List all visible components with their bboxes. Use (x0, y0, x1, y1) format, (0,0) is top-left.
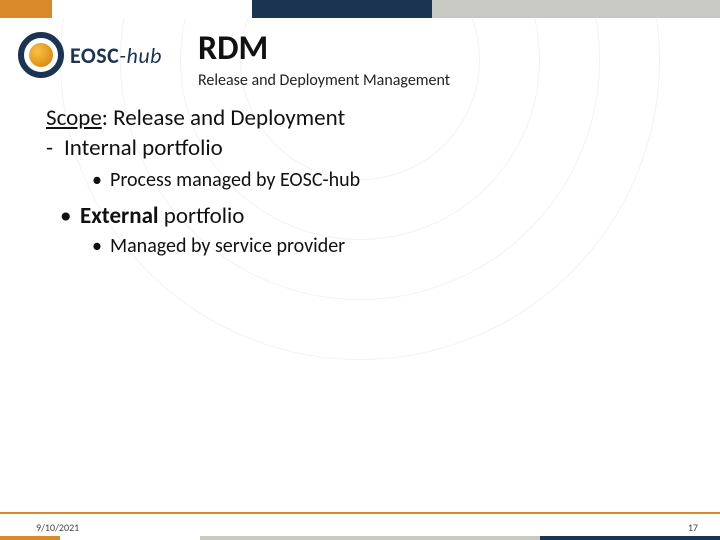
slide-header: EOSC-hub RDM Release and Deployment Mana… (0, 18, 720, 90)
bottom-accent-bar (0, 536, 720, 540)
bullet-icon: • (92, 234, 110, 258)
logo-text: EOSC-hub (70, 42, 162, 69)
item-internal-text: Internal portfolio (64, 134, 223, 162)
item-external-bold: External (80, 202, 159, 230)
scope-label: Scope (46, 104, 102, 132)
slide-subtitle: Release and Deployment Management (198, 71, 450, 90)
footer-date: 9/10/2021 (36, 521, 79, 534)
bullet-icon: • (92, 168, 110, 192)
footer-page: 17 (688, 521, 698, 534)
item-external-text: External portfolio (80, 202, 244, 230)
item-external: • External portfolio (46, 202, 680, 230)
logo-sub: -hub (119, 42, 162, 69)
item-external-sub: • Managed by service provider (46, 234, 680, 258)
logo-main: EOSC (70, 42, 119, 69)
logo-mark-icon (18, 32, 64, 78)
scope-heading: Scope: Release and Deployment (46, 104, 680, 132)
dash-icon: - (46, 134, 64, 162)
eosc-hub-logo: EOSC-hub (18, 32, 162, 78)
item-external-sub-text: Managed by service provider (110, 234, 345, 258)
item-internal-sub: • Process managed by EOSC-hub (46, 168, 680, 192)
top-accent-bar (0, 0, 720, 18)
slide-body: Scope: Release and Deployment - Internal… (0, 90, 720, 258)
bullet-icon: • (60, 202, 80, 230)
scope-rest: : Release and Deployment (102, 104, 345, 132)
item-external-rest: portfolio (159, 202, 245, 230)
item-internal: - Internal portfolio (46, 134, 680, 162)
item-internal-sub-text: Process managed by EOSC-hub (110, 168, 360, 192)
slide-title: RDM (198, 28, 450, 69)
title-block: RDM Release and Deployment Management (198, 28, 450, 90)
